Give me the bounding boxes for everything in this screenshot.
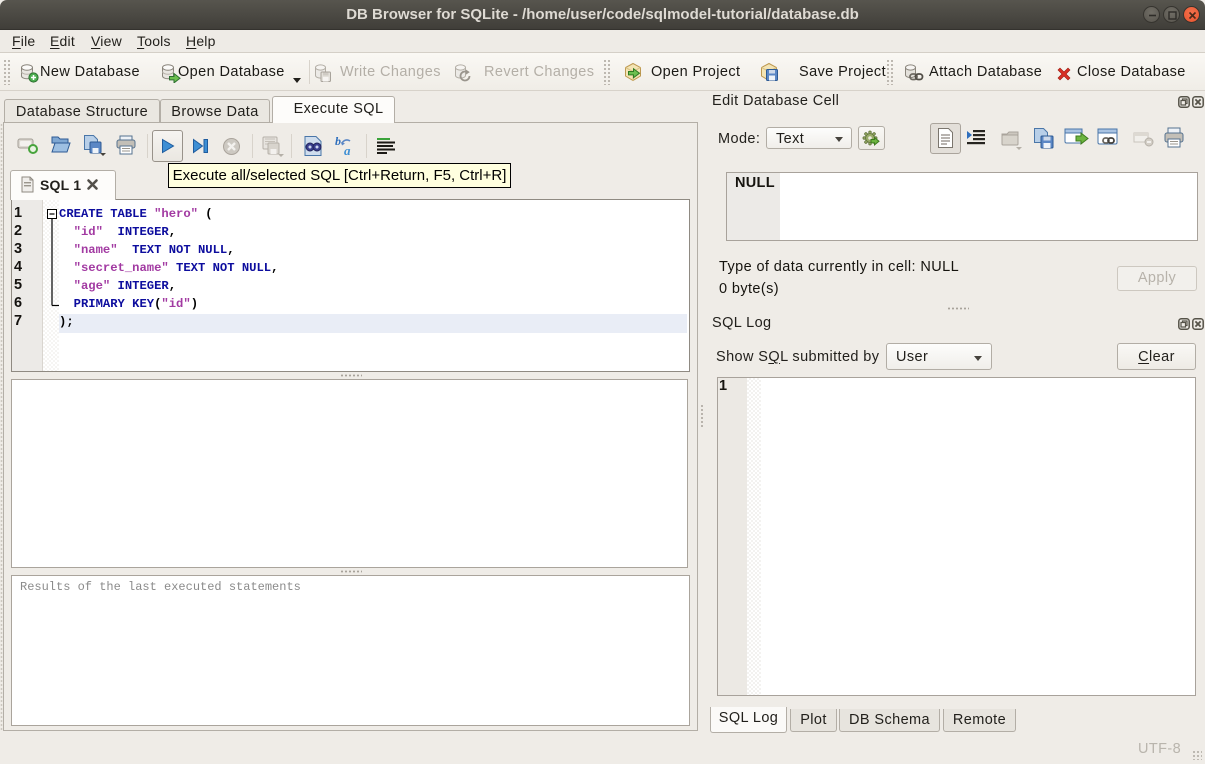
svg-text:a: a <box>344 143 351 157</box>
svg-text:b: b <box>335 135 341 148</box>
